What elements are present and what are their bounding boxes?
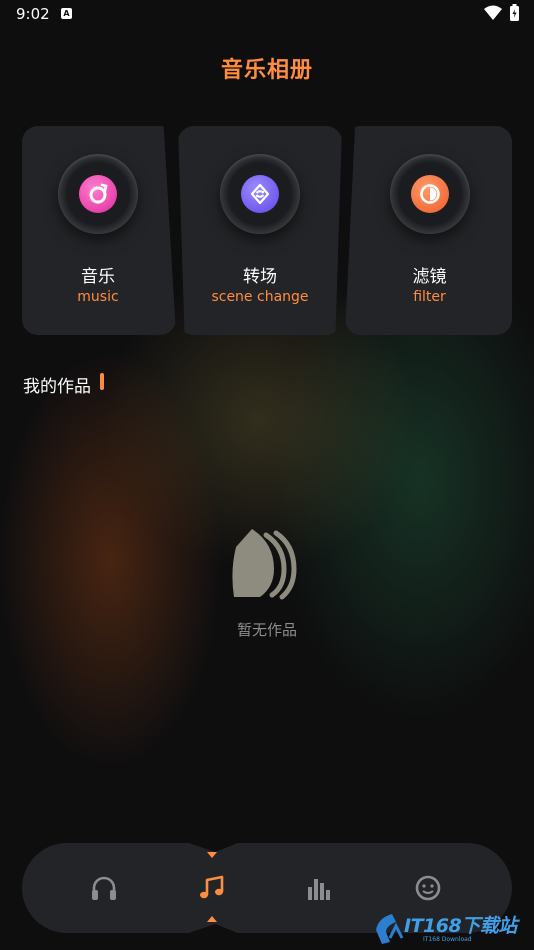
my-works-title: 我的作品	[23, 377, 91, 397]
scene-change-sublabel: scene change	[211, 289, 309, 305]
tab-profile[interactable]	[406, 866, 450, 910]
filter-label: 滤镜	[412, 267, 447, 287]
music-card[interactable]: 音乐 music	[22, 126, 174, 335]
battery-icon	[510, 4, 519, 21]
watermark-subtext: IT168 Download	[423, 936, 472, 943]
refresh-icon	[241, 175, 279, 213]
filter-icon-ring	[389, 154, 470, 234]
filter-icon	[410, 175, 449, 213]
notification-icon: A	[61, 8, 72, 19]
tab-listen[interactable]	[82, 866, 126, 910]
empty-works-text: 暂无作品	[236, 621, 297, 639]
filter-card[interactable]: 滤镜 filter	[347, 126, 512, 335]
scene-change-card[interactable]: 转场 scene change	[178, 126, 342, 335]
bar-chart-icon	[308, 879, 330, 900]
music-disc-icon	[79, 175, 117, 213]
music-icon-ring	[58, 154, 138, 234]
app-title: 音乐相册	[220, 58, 313, 83]
section-marker	[100, 373, 104, 390]
watermark-text: IT168下载站	[404, 915, 517, 937]
scene-icon-ring	[220, 154, 300, 234]
tab-music[interactable]	[190, 866, 234, 910]
music-note-icon	[200, 875, 224, 899]
headphones-icon	[92, 876, 116, 900]
wifi-icon	[484, 5, 502, 20]
face-icon	[415, 875, 441, 901]
status-time: 9:02	[16, 5, 50, 23]
empty-works-icon	[232, 529, 297, 600]
tab-stats[interactable]	[298, 866, 342, 910]
filter-sublabel: filter	[413, 289, 446, 305]
scene-change-label: 转场	[243, 267, 277, 287]
music-label: 音乐	[81, 267, 115, 287]
music-sublabel: music	[77, 289, 119, 305]
status-bar: 9:02 A	[0, 0, 534, 28]
